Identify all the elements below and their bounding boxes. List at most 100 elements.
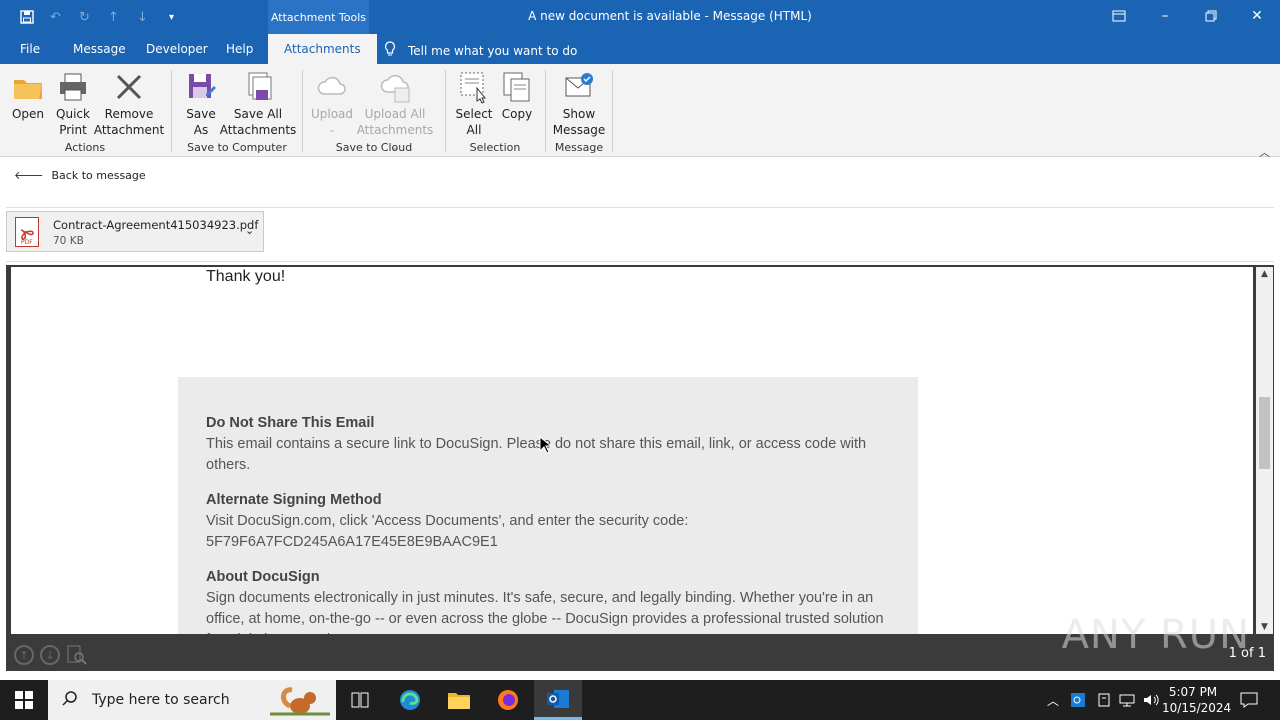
group-divider: [612, 70, 613, 152]
next-page-icon[interactable]: ↓: [40, 645, 60, 665]
upload-label: Upload: [310, 107, 354, 121]
search-icon: [62, 690, 78, 710]
group-selection-label: Selection: [469, 141, 521, 154]
start-button[interactable]: [0, 680, 48, 720]
remove-attachment-button[interactable]: Remove Attachment: [93, 70, 165, 138]
group-divider: [302, 70, 303, 152]
taskbar-search-box[interactable]: Type here to search: [48, 680, 336, 720]
minimize-button[interactable]: –: [1142, 0, 1188, 32]
ribbon: Open Quick Print Remove Attachment Actio…: [0, 64, 1280, 160]
clock-date: 10/15/2024: [1162, 701, 1232, 715]
quick-print-button[interactable]: Quick Print: [52, 70, 94, 138]
notifications-icon[interactable]: [1240, 692, 1258, 711]
attachment-chip[interactable]: PDF Contract-Agreement415034923.pdf 70 K…: [6, 211, 264, 252]
tab-message[interactable]: Message: [73, 42, 126, 56]
copy-icon: [503, 72, 530, 102]
save-as-icon: [189, 74, 216, 98]
show-message-label-2: Message: [552, 123, 606, 137]
show-message-label-1: Show: [562, 107, 596, 121]
volume-icon[interactable]: [1142, 692, 1160, 711]
remove-x-icon: [116, 74, 142, 100]
pdf-file-icon: PDF: [15, 217, 39, 247]
save-all-icon: [248, 72, 272, 100]
document-page[interactable]: Thank you! Do Not Share This Email This …: [11, 267, 1253, 634]
anyrun-watermark: ANY RUN: [1061, 612, 1250, 658]
tell-me-box[interactable]: Tell me what you want to do: [384, 41, 577, 60]
next-item-icon[interactable]: ↓: [132, 8, 153, 26]
tell-me-text: Tell me what you want to do: [408, 43, 578, 58]
group-save-computer-label: Save to Computer: [187, 141, 287, 154]
quick-access-toolbar: ↶ ↻ ↑ ↓ ▾: [16, 8, 182, 26]
restore-button[interactable]: [1188, 0, 1234, 32]
upload-all-label-1: Upload All: [364, 107, 426, 121]
clock-time: 5:07 PM: [1168, 685, 1218, 699]
group-divider: [445, 70, 446, 152]
window-title: A new document is available - Message (H…: [528, 9, 812, 23]
scroll-thumb[interactable]: [1259, 397, 1270, 469]
squirrel-search-highlight-icon: [260, 684, 334, 720]
thank-you-text: Thank you!: [206, 268, 286, 285]
open-button[interactable]: Open: [10, 70, 46, 122]
select-all-icon: [460, 72, 487, 104]
close-button[interactable]: ✕: [1234, 0, 1280, 32]
previous-page-icon[interactable]: ↑: [14, 645, 34, 665]
outlook-tray-icon[interactable]: [1070, 692, 1086, 711]
group-actions-label: Actions: [64, 141, 106, 154]
save-as-label-2: As: [193, 123, 209, 137]
system-clock[interactable]: 5:07 PM 10/15/2024: [1162, 684, 1232, 716]
network-icon[interactable]: [1119, 692, 1135, 711]
svg-text:PDF: PDF: [21, 239, 33, 246]
copy-button[interactable]: Copy: [500, 70, 534, 122]
remove-label-2: Attachment: [93, 123, 165, 137]
save-all-label-1: Save All: [233, 107, 283, 121]
previous-item-icon[interactable]: ↑: [103, 8, 124, 26]
section-body: Sign documents electronically in just mi…: [206, 590, 884, 634]
scroll-down-icon[interactable]: ▼: [1256, 622, 1273, 632]
file-explorer-icon[interactable]: [435, 680, 483, 720]
tab-file[interactable]: File: [20, 42, 40, 56]
edge-icon[interactable]: [386, 680, 434, 720]
redo-icon[interactable]: ↻: [74, 8, 95, 26]
find-icon[interactable]: [66, 644, 88, 669]
vertical-scrollbar[interactable]: ▲ ▼: [1256, 267, 1273, 634]
cloud-icon: [317, 76, 346, 95]
scroll-up-icon[interactable]: ▲: [1256, 269, 1273, 279]
section-body: Visit DocuSign.com, click 'Access Docume…: [206, 513, 689, 550]
firefox-icon[interactable]: [484, 680, 532, 720]
attachment-name: Contract-Agreement415034923.pdf: [53, 218, 259, 232]
attachment-tools-label: Attachment Tools: [268, 0, 369, 34]
tab-attachments[interactable]: Attachments: [268, 34, 377, 64]
show-message-button[interactable]: Show Message: [553, 70, 605, 138]
save-as-button[interactable]: Save As: [182, 70, 220, 138]
save-as-label-1: Save: [186, 107, 216, 121]
ribbon-display-options-icon[interactable]: [1096, 0, 1142, 32]
group-message-label: Message: [554, 141, 604, 154]
open-label: Open: [11, 107, 45, 121]
footer-info-box: Do Not Share This Email This email conta…: [178, 377, 918, 634]
section-heading: About DocuSign: [206, 569, 320, 585]
back-arrow-icon: 🡐: [14, 169, 44, 182]
tab-developer[interactable]: Developer: [146, 42, 208, 56]
back-to-message-link[interactable]: 🡐 Back to message: [14, 168, 146, 183]
cloud-upload-icon: [380, 74, 410, 103]
section-heading: Do Not Share This Email: [206, 415, 375, 431]
save-icon[interactable]: [16, 8, 37, 26]
remove-label-1: Remove: [104, 107, 154, 121]
device-tray-icon[interactable]: [1096, 692, 1112, 711]
undo-icon[interactable]: ↶: [45, 8, 66, 26]
tab-help[interactable]: Help: [226, 42, 253, 56]
customize-toolbar-icon[interactable]: ▾: [161, 8, 182, 26]
save-all-label-2: Attachments: [219, 123, 297, 137]
select-all-button[interactable]: Select All: [454, 70, 494, 138]
collapse-ribbon-icon[interactable]: ︿: [1259, 144, 1270, 160]
save-all-attachments-button[interactable]: Save All Attachments: [219, 70, 297, 138]
group-divider: [171, 70, 172, 152]
show-hidden-icons-icon[interactable]: ︿: [1047, 692, 1059, 709]
task-view-icon[interactable]: [336, 680, 384, 720]
search-placeholder: Type here to search: [92, 692, 230, 708]
outlook-icon[interactable]: [534, 680, 582, 720]
attachment-dropdown-icon[interactable]: ⌄: [245, 224, 254, 237]
select-all-label-2: All: [466, 123, 482, 137]
upload-button[interactable]: Upload ⌄: [310, 70, 354, 138]
mouse-cursor-icon: [539, 436, 551, 454]
